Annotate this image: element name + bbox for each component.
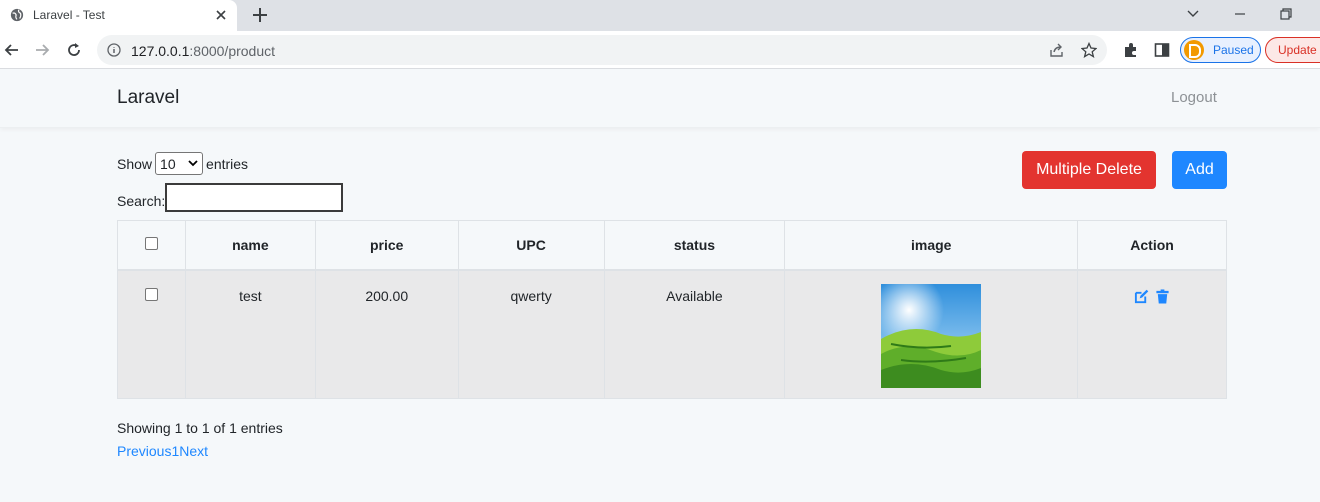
reload-icon[interactable] xyxy=(65,41,83,59)
close-icon[interactable] xyxy=(214,8,228,22)
address-bar[interactable]: 127.0.0.1:8000/product xyxy=(97,35,1107,65)
row-checkbox[interactable] xyxy=(144,287,158,301)
chevron-down-icon xyxy=(188,160,198,167)
cell-image xyxy=(784,269,1079,399)
entries-select-value: 10 xyxy=(160,156,176,172)
plus-icon[interactable] xyxy=(251,6,269,24)
product-table: name price UPC status image Action test … xyxy=(117,220,1227,399)
profile-button[interactable]: Paused xyxy=(1180,37,1261,63)
browser-toolbar: 127.0.0.1:8000/product Paused Update xyxy=(0,31,1320,69)
column-header-action[interactable]: Action xyxy=(1077,220,1227,271)
column-header-name[interactable]: name xyxy=(184,220,316,271)
update-label: Update xyxy=(1278,43,1317,57)
column-header-status[interactable]: status xyxy=(603,220,786,271)
back-arrow-icon[interactable] xyxy=(3,41,21,59)
search-label: Search: xyxy=(117,192,166,209)
cell-price: 200.00 xyxy=(314,269,459,399)
column-header-price[interactable]: price xyxy=(314,220,459,271)
share-icon[interactable] xyxy=(1049,42,1065,58)
table-header-row: name price UPC status image Action xyxy=(117,220,1227,271)
chevron-down-icon[interactable] xyxy=(1185,6,1201,22)
search-input[interactable] xyxy=(165,183,344,212)
select-all-checkbox[interactable] xyxy=(144,236,158,250)
row-select-cell xyxy=(117,269,186,399)
show-label: Show xyxy=(117,155,153,172)
profile-status-label: Paused xyxy=(1213,43,1254,57)
entries-select[interactable]: 10 xyxy=(155,152,204,175)
logout-link[interactable]: Logout xyxy=(1171,89,1217,106)
trash-icon[interactable] xyxy=(1155,288,1170,304)
pagination: Previous1Next xyxy=(117,443,208,459)
browser-tab[interactable]: Laravel - Test xyxy=(0,0,237,31)
cell-name: test xyxy=(184,269,316,399)
avatar xyxy=(1184,40,1204,60)
cell-status: Available xyxy=(603,269,786,399)
multiple-delete-button[interactable]: Multiple Delete xyxy=(1022,151,1156,189)
info-icon[interactable] xyxy=(107,43,121,57)
tab-title: Laravel - Test xyxy=(33,8,105,22)
select-all-header xyxy=(117,220,186,271)
column-header-upc[interactable]: UPC xyxy=(457,220,605,271)
minimize-icon[interactable] xyxy=(1232,6,1248,22)
browser-tab-strip: Laravel - Test xyxy=(0,0,1320,31)
add-button[interactable]: Add xyxy=(1172,151,1227,189)
update-button[interactable]: Update xyxy=(1265,37,1320,63)
table-info: Showing 1 to 1 of 1 entries xyxy=(117,420,283,436)
column-header-image[interactable]: image xyxy=(784,220,1079,271)
edit-icon[interactable] xyxy=(1134,289,1149,304)
puzzle-icon[interactable] xyxy=(1122,41,1140,59)
next-link[interactable]: Next xyxy=(179,443,208,459)
product-image xyxy=(881,283,982,388)
globe-icon xyxy=(10,8,24,22)
forward-arrow-icon[interactable] xyxy=(33,41,51,59)
side-panel-icon[interactable] xyxy=(1153,41,1171,59)
url-text: 127.0.0.1:8000/product xyxy=(131,43,276,59)
entries-length-control: Show 10 entries xyxy=(117,152,248,175)
restore-icon[interactable] xyxy=(1278,6,1294,22)
cell-action xyxy=(1077,269,1227,399)
star-icon[interactable] xyxy=(1081,42,1097,58)
entries-label: entries xyxy=(206,155,249,172)
table-row: test 200.00 qwerty Available xyxy=(117,269,1227,399)
cell-upc: qwerty xyxy=(457,269,605,399)
app-navbar: Laravel Logout xyxy=(0,69,1320,128)
previous-link[interactable]: Previous xyxy=(117,443,171,459)
search-control: Search: xyxy=(117,183,344,212)
brand-link[interactable]: Laravel xyxy=(117,87,179,109)
